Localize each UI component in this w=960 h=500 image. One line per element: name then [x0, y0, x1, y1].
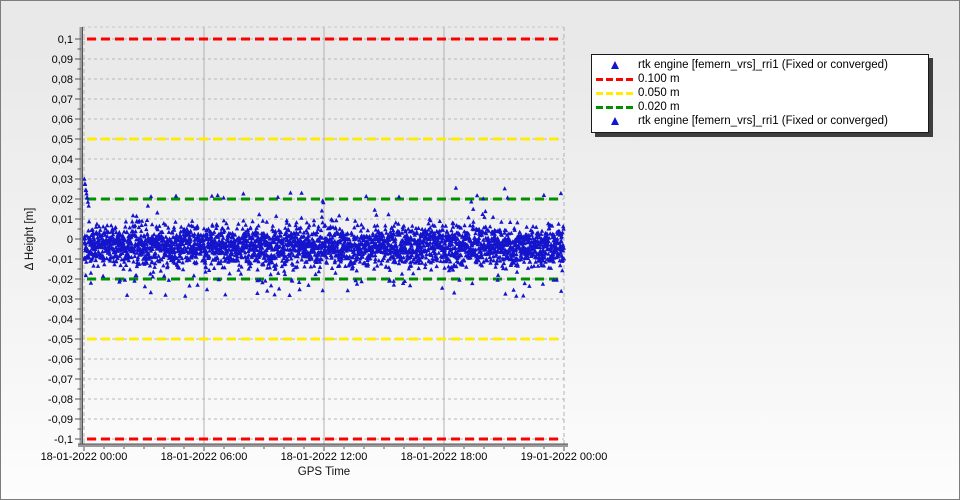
- svg-text:0,1: 0,1: [58, 34, 73, 46]
- legend-marker-swatch: [592, 61, 638, 69]
- svg-text:-0,05: -0,05: [48, 334, 73, 346]
- legend-label: 0.050 m: [638, 87, 680, 99]
- svg-text:0,04: 0,04: [52, 154, 73, 166]
- svg-text:-0,1: -0,1: [54, 434, 73, 446]
- svg-text:0,05: 0,05: [52, 134, 73, 146]
- svg-text:0: 0: [67, 234, 73, 246]
- svg-text:0,03: 0,03: [52, 174, 73, 186]
- legend-marker-swatch: [592, 117, 638, 125]
- svg-text:0,02: 0,02: [52, 194, 73, 206]
- svg-text:18-01-2022 18:00: 18-01-2022 18:00: [401, 451, 488, 463]
- svg-text:0,08: 0,08: [52, 74, 73, 86]
- dashed-line-icon: [596, 91, 634, 95]
- legend-entry: 0.020 m: [592, 100, 928, 114]
- svg-text:0,01: 0,01: [52, 214, 73, 226]
- x-axis-title: GPS Time: [297, 466, 351, 478]
- legend-entry: 0.050 m: [592, 86, 928, 100]
- svg-text:18-01-2022 12:00: 18-01-2022 12:00: [281, 451, 368, 463]
- triangle-marker-icon: [611, 117, 619, 125]
- svg-text:-0,04: -0,04: [48, 314, 73, 326]
- y-axis-title: Δ Height [m]: [24, 207, 36, 271]
- legend-dash-swatch: [592, 91, 638, 95]
- legend-label: rtk engine [femern_vrs]_rri1 (Fixed or c…: [638, 59, 888, 71]
- dashed-line-icon: [596, 105, 634, 109]
- legend-label: 0.100 m: [638, 73, 680, 85]
- svg-text:18-01-2022 00:00: 18-01-2022 00:00: [41, 451, 128, 463]
- svg-text:-0,09: -0,09: [48, 414, 73, 426]
- svg-text:0,09: 0,09: [52, 54, 73, 66]
- svg-text:0,07: 0,07: [52, 94, 73, 106]
- legend-entry: 0.100 m: [592, 72, 928, 86]
- triangle-marker-icon: [611, 61, 619, 69]
- legend-entry: rtk engine [femern_vrs]_rri1 (Fixed or c…: [592, 114, 928, 128]
- legend-entry: rtk engine [femern_vrs]_rri1 (Fixed or c…: [592, 58, 928, 72]
- svg-text:0,06: 0,06: [52, 114, 73, 126]
- chart-window: 0,1 0,09 0,08 0,07 0,06 0,05 0,04 0,03 0,02 0,01 0…: [0, 0, 960, 500]
- svg-text:-0,07: -0,07: [48, 374, 73, 386]
- legend-dash-swatch: [592, 77, 638, 81]
- svg-text:-0,01: -0,01: [48, 254, 73, 266]
- svg-text:18-01-2022 06:00: 18-01-2022 06:00: [161, 451, 248, 463]
- legend-label: 0.020 m: [638, 101, 680, 113]
- legend: rtk engine [femern_vrs]_rri1 (Fixed or c…: [591, 54, 929, 133]
- svg-text:-0,08: -0,08: [48, 394, 73, 406]
- svg-text:-0,03: -0,03: [48, 294, 73, 306]
- legend-label: rtk engine [femern_vrs]_rri1 (Fixed or c…: [638, 115, 888, 127]
- dashed-line-icon: [596, 77, 634, 81]
- svg-text:-0,06: -0,06: [48, 354, 73, 366]
- svg-text:-0,02: -0,02: [48, 274, 73, 286]
- legend-dash-swatch: [592, 105, 638, 109]
- svg-text:19-01-2022 00:00: 19-01-2022 00:00: [521, 451, 608, 463]
